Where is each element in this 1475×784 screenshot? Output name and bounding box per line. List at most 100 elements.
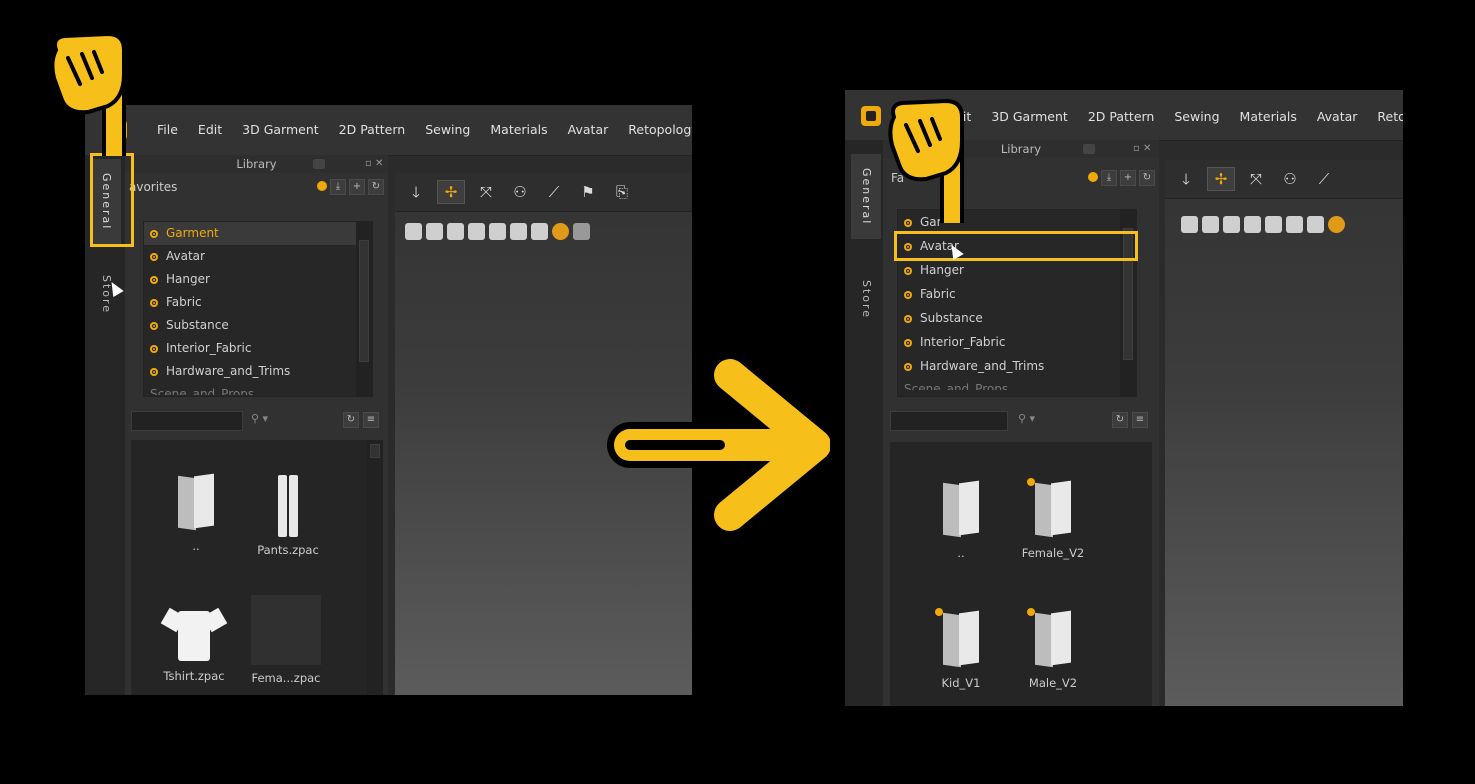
list-item[interactable]: Fabric <box>144 291 372 314</box>
window-buttons[interactable]: ▫ ✕ <box>365 155 383 173</box>
file-tile[interactable]: .. <box>916 482 1006 560</box>
box-icon[interactable] <box>1265 216 1282 233</box>
scrollbar[interactable] <box>367 440 383 695</box>
list-item[interactable]: Interior_Fabric <box>144 337 372 360</box>
file-name: .. <box>192 539 200 553</box>
menu-3d-garment[interactable]: 3D Garment <box>981 109 1078 124</box>
list-item[interactable]: Interior_Fabric <box>898 330 1136 354</box>
person-icon[interactable] <box>1307 216 1324 233</box>
tab-general[interactable]: General <box>851 154 881 239</box>
shirt-icon[interactable] <box>1202 216 1219 233</box>
list-item[interactable]: Substance <box>144 314 372 337</box>
library-dropdown[interactable] <box>313 159 325 169</box>
list-item[interactable]: Hanger <box>898 258 1136 282</box>
list-view-icon[interactable]: ≡ <box>363 412 379 428</box>
menu-sewing[interactable]: Sewing <box>415 122 480 137</box>
fold-icon[interactable]: ⚑ <box>575 181 601 203</box>
file-tile[interactable]: Kid_V1 <box>916 608 1006 690</box>
list-item[interactable]: Hardware_and_Trims <box>898 354 1136 378</box>
pants-icon <box>277 475 299 537</box>
move-icon[interactable]: ✢ <box>437 180 465 204</box>
move-icon[interactable]: ✢ <box>1207 167 1235 191</box>
add-icon[interactable]: + <box>1120 170 1136 186</box>
list-item[interactable]: Garment <box>144 222 372 245</box>
pin-icon[interactable]: ⟋ <box>541 181 567 203</box>
fabric-icon[interactable] <box>510 223 527 240</box>
globe-icon[interactable] <box>1328 216 1345 233</box>
new-badge-icon <box>150 275 158 284</box>
shoe-icon[interactable] <box>1181 216 1198 233</box>
list-item[interactable]: Avatar <box>144 245 372 268</box>
search-icon[interactable]: ⚲ ▾ <box>251 412 268 425</box>
file-tile[interactable]: Male_V2 <box>1008 608 1098 690</box>
globe-icon[interactable] <box>552 223 569 240</box>
menu-sewing[interactable]: Sewing <box>1164 109 1229 124</box>
file-tile[interactable]: Pants.zpac <box>243 475 333 557</box>
list-view-icon[interactable]: ≡ <box>1132 412 1148 428</box>
menu-materials[interactable]: Materials <box>480 122 557 137</box>
menu-retopology[interactable]: Retopology <box>618 122 692 137</box>
menu-materials[interactable]: Materials <box>1230 109 1307 124</box>
list-item[interactable]: Scene_and_Props <box>898 378 1136 390</box>
list-item[interactable]: Fabric <box>898 282 1136 306</box>
search-input[interactable] <box>131 411 243 431</box>
search-icon[interactable]: ⚲ ▾ <box>1018 412 1035 425</box>
new-badge-icon <box>1027 608 1035 616</box>
shirt-icon[interactable] <box>426 223 443 240</box>
library-title: Library <box>1000 142 1042 156</box>
folder-icon <box>935 608 981 670</box>
file-tile[interactable]: .. <box>151 475 241 553</box>
export-icon[interactable]: ⎘ <box>609 181 635 203</box>
menu-avatar[interactable]: Avatar <box>558 122 619 137</box>
refresh-icon[interactable]: ↻ <box>1112 412 1128 428</box>
down-arrow-icon[interactable]: 🡓 <box>403 181 429 203</box>
menu-file[interactable]: File <box>147 122 188 137</box>
list-item[interactable]: Substance <box>898 306 1136 330</box>
new-badge-icon <box>904 338 912 347</box>
add-icon[interactable]: + <box>349 179 365 195</box>
menu-avatar[interactable]: Avatar <box>1307 109 1368 124</box>
fabric-icon[interactable] <box>1286 216 1303 233</box>
menu-3d-garment[interactable]: 3D Garment <box>232 122 329 137</box>
download-icon[interactable]: ⤓ <box>330 179 346 195</box>
select-mesh-icon[interactable]: ⤧ <box>1243 168 1269 190</box>
down-arrow-icon[interactable]: 🡓 <box>1173 168 1199 190</box>
download-icon[interactable]: ⤓ <box>1101 170 1117 186</box>
menu-2d-pattern[interactable]: 2D Pattern <box>329 122 416 137</box>
file-tile[interactable]: Female_V2 <box>1008 478 1098 560</box>
menu-retopology[interactable]: Reto <box>1367 109 1403 124</box>
shoe-icon[interactable] <box>405 223 422 240</box>
toolbar: 🡓 ✢ ⤧ ⚇ ⟋ <box>1165 160 1403 199</box>
person-icon[interactable] <box>531 223 548 240</box>
3d-viewport[interactable]: 🡓 ✢ ⤧ ⚇ ⟋ <box>1165 160 1403 706</box>
search-input[interactable] <box>890 411 1008 431</box>
garment-icon[interactable]: ⚇ <box>507 181 533 203</box>
library-title: Library <box>236 157 277 171</box>
pointing-hand-icon <box>888 98 964 223</box>
list-item[interactable]: Hanger <box>144 268 372 291</box>
tab-store[interactable]: Store <box>851 270 881 330</box>
avatar-icon[interactable] <box>468 223 485 240</box>
file-tile[interactable]: Tshirt.zpac <box>149 605 239 683</box>
refresh-icon[interactable]: ↻ <box>368 179 384 195</box>
garment-icon[interactable]: ⚇ <box>1277 168 1303 190</box>
pin-icon[interactable]: ⟋ <box>1311 168 1337 190</box>
avatar-icon[interactable] <box>1244 216 1261 233</box>
library-dropdown[interactable] <box>1083 144 1095 154</box>
box-icon[interactable] <box>489 223 506 240</box>
texture-icon[interactable] <box>1223 216 1240 233</box>
list-item[interactable]: Hardware_and_Trims <box>144 360 372 383</box>
file-name: Kid_V1 <box>941 676 981 690</box>
menu-edit[interactable]: Edit <box>188 122 232 137</box>
file-tile[interactable]: Fema...zpac <box>241 595 331 685</box>
refresh-icon[interactable]: ↻ <box>1139 170 1155 186</box>
upload-icon[interactable] <box>573 223 590 240</box>
file-browser: .. Female_V2 Kid_V1 Male_V2 <box>890 442 1152 706</box>
refresh-icon[interactable]: ↻ <box>343 412 359 428</box>
list-item[interactable]: Scene_and_Props <box>144 383 372 395</box>
menu-2d-pattern[interactable]: 2D Pattern <box>1078 109 1165 124</box>
scrollbar[interactable] <box>356 222 372 396</box>
select-mesh-icon[interactable]: ⤧ <box>473 181 499 203</box>
window-buttons[interactable]: ▫ ✕ <box>1133 140 1151 158</box>
texture-icon[interactable] <box>447 223 464 240</box>
